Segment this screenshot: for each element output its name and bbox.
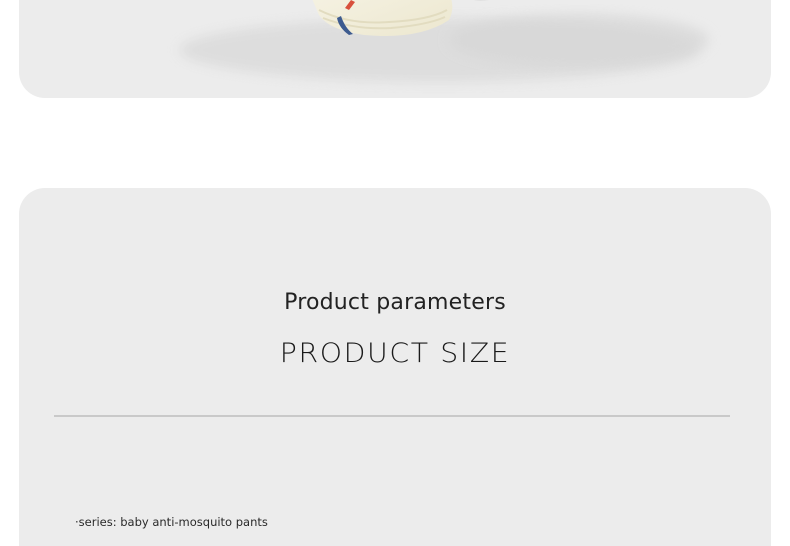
divider <box>54 415 730 417</box>
spec-series: ·series: baby anti-mosquito pants <box>75 515 268 529</box>
product-detail-page: Product parameters PRODUCT SIZE ·series:… <box>0 0 790 546</box>
section-subtitle: PRODUCT SIZE <box>279 338 511 369</box>
product-parameters-card: Product parameters PRODUCT SIZE ·series:… <box>19 188 771 546</box>
product-photo <box>179 0 709 82</box>
product-photo-card <box>19 0 771 98</box>
section-title: Product parameters <box>284 290 506 315</box>
